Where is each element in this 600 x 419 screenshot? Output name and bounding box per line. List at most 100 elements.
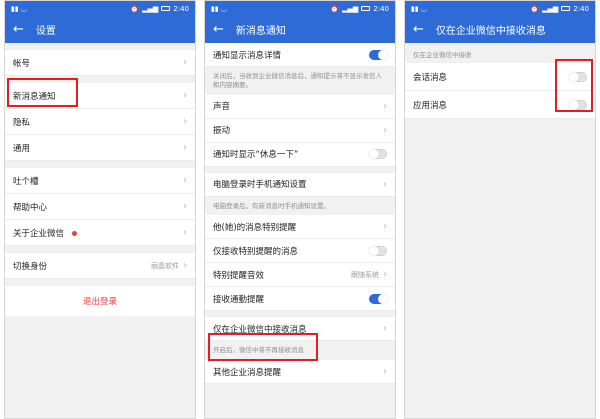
alarm-icon: ⏰ — [330, 4, 340, 13]
battery-icon — [161, 6, 171, 11]
signal-icon: ▂▄▆ — [542, 4, 559, 13]
pc-login-row[interactable]: 电脑登录时手机通知设置 › — [205, 172, 395, 197]
back-arrow-icon[interactable]: ← — [213, 23, 224, 36]
status-time: 2:40 — [373, 4, 389, 13]
only-wecom-label: 仅在企业微信中接收消息 — [213, 324, 307, 335]
status-bar: ▮▮ ◡ ⏰ ▂▄▆ 2:40 — [405, 1, 595, 16]
help-center-label: 帮助中心 — [13, 202, 48, 213]
battery-icon — [561, 6, 571, 11]
chevron-right-icon: › — [183, 201, 187, 212]
chevron-right-icon: › — [183, 142, 187, 153]
attendance-label: 接收通勤提醒 — [213, 294, 265, 305]
settings-screen: ▮▮ ◡ ⏰ ▂▄▆ 2:40 ← 设置 帐号 › 新消息通知 › 隐私 › 通… — [4, 0, 196, 419]
carrier-icon: ▮▮ ◡ — [11, 4, 28, 13]
status-bar: ▮▮ ◡ ⏰ ▂▄▆ 2:40 — [5, 1, 195, 16]
sound-row[interactable]: 声音 › — [205, 94, 395, 119]
vibrate-label: 振动 — [213, 126, 231, 137]
app-message-toggle[interactable] — [569, 99, 587, 110]
page-title: 仅在企业微信中接收消息 — [435, 26, 546, 37]
battery-icon — [361, 6, 371, 11]
special-sound-label: 特别提醒音效 — [213, 270, 265, 281]
feedback-row[interactable]: 吐个槽 › — [5, 168, 195, 194]
show-details-label: 通知显示消息详情 — [213, 50, 282, 61]
show-details-toggle[interactable] — [369, 49, 388, 60]
app-message-row: 应用消息 — [405, 91, 595, 119]
only-wecom-header: ← 仅在企业微信中接收消息 — [405, 16, 595, 43]
sound-label: 声音 — [213, 102, 231, 113]
new-message-notify-screen: ▮▮ ◡ ⏰ ▂▄▆ 2:40 ← 新消息通知 通知显示消息详情 关闭后，当收到… — [204, 0, 396, 419]
only-special-row: 仅接收特别提醒的消息 — [205, 239, 395, 264]
special-sound-value: 跟随系统 — [351, 270, 379, 279]
chevron-right-icon: › — [383, 178, 387, 190]
carrier-icon: ▮▮ ◡ — [411, 4, 428, 13]
general-label: 通用 — [13, 143, 31, 154]
only-special-toggle[interactable] — [369, 245, 387, 256]
special-remind-row[interactable]: 他(她)的消息特别提醒 › — [205, 215, 395, 240]
switch-identity-value: 丽晶软件 — [151, 261, 179, 270]
rest-notice-label: 通知时显示“休息一下” — [213, 150, 299, 161]
pc-login-label: 电脑登录时手机通知设置 — [213, 180, 307, 191]
attendance-toggle[interactable] — [369, 293, 388, 304]
alarm-icon: ⏰ — [530, 4, 540, 13]
back-arrow-icon[interactable]: ← — [413, 23, 424, 36]
other-company-label: 其他企业消息提醒 — [213, 367, 282, 378]
new-message-notify-row[interactable]: 新消息通知 › — [5, 83, 195, 109]
signal-icon: ▂▄▆ — [342, 4, 359, 13]
chat-message-toggle[interactable] — [569, 71, 587, 82]
only-wecom-row[interactable]: 仅在企业微信中接收消息 › — [205, 317, 395, 342]
feedback-label: 吐个槽 — [13, 176, 39, 187]
chevron-right-icon: › — [383, 323, 387, 335]
switch-identity-label: 切换身份 — [13, 261, 48, 272]
help-center-row[interactable]: 帮助中心 › — [5, 194, 195, 220]
show-details-row: 通知显示消息详情 — [205, 43, 395, 67]
logout-button[interactable]: 退出登录 — [5, 286, 195, 316]
chat-message-label: 会话消息 — [413, 72, 448, 83]
rest-notice-row: 通知时显示“休息一下” — [205, 142, 395, 167]
privacy-row[interactable]: 隐私 › — [5, 109, 195, 135]
notify-header: ← 新消息通知 — [205, 16, 395, 43]
section-label: 仅在企业微信中接收 — [405, 43, 595, 63]
chevron-right-icon: › — [183, 175, 187, 186]
status-bar: ▮▮ ◡ ⏰ ▂▄▆ 2:40 — [205, 1, 395, 16]
status-time: 2:40 — [173, 4, 189, 13]
alarm-icon: ⏰ — [130, 4, 140, 13]
account-label: 帐号 — [13, 58, 31, 69]
chevron-right-icon: › — [183, 57, 187, 68]
switch-identity-row[interactable]: 切换身份 丽晶软件 › — [5, 253, 195, 279]
chevron-right-icon: › — [383, 124, 387, 136]
signal-icon: ▂▄▆ — [142, 4, 159, 13]
chat-message-row: 会话消息 — [405, 63, 595, 91]
only-wecom-screen: ▮▮ ◡ ⏰ ▂▄▆ 2:40 ← 仅在企业微信中接收消息 仅在企业微信中接收 … — [404, 0, 596, 419]
privacy-label: 隐私 — [13, 117, 31, 128]
back-arrow-icon[interactable]: ← — [13, 23, 24, 36]
new-message-notify-label: 新消息通知 — [13, 91, 56, 102]
chevron-right-icon: › — [183, 260, 187, 271]
page-title: 新消息通知 — [235, 26, 286, 37]
status-time: 2:40 — [573, 4, 589, 13]
chevron-right-icon: › — [383, 100, 387, 112]
about-row[interactable]: 关于企业微信 › — [5, 220, 195, 246]
about-label: 关于企业微信 — [13, 227, 183, 239]
settings-header: ← 设置 — [5, 16, 195, 43]
carrier-icon: ▮▮ ◡ — [211, 4, 228, 13]
chevron-right-icon: › — [383, 366, 387, 378]
chevron-right-icon: › — [383, 269, 387, 281]
show-details-note: 关闭后，当收到企业微信消息后，通知提示将不显示发信人和内容摘要。 — [205, 67, 395, 95]
rest-notice-toggle[interactable] — [369, 149, 387, 160]
only-special-label: 仅接收特别提醒的消息 — [213, 246, 299, 257]
page-title: 设置 — [35, 26, 56, 37]
chevron-right-icon: › — [183, 90, 187, 101]
special-sound-row[interactable]: 特别提醒音效 跟随系统 › — [205, 263, 395, 288]
vibrate-row[interactable]: 振动 › — [205, 118, 395, 143]
unread-dot — [72, 230, 78, 236]
pc-login-note: 电脑登录后，有新消息时手机通知设置。 — [205, 196, 395, 216]
general-row[interactable]: 通用 › — [5, 135, 195, 161]
other-company-row[interactable]: 其他企业消息提醒 › — [205, 360, 395, 385]
only-wecom-note: 开启后，微信中将不再接收消息 — [205, 341, 395, 361]
special-remind-label: 他(她)的消息特别提醒 — [213, 222, 297, 233]
chevron-right-icon: › — [183, 116, 187, 127]
chevron-right-icon: › — [383, 221, 387, 233]
chevron-right-icon: › — [183, 227, 187, 238]
app-message-label: 应用消息 — [413, 100, 448, 111]
account-row[interactable]: 帐号 › — [5, 50, 195, 76]
